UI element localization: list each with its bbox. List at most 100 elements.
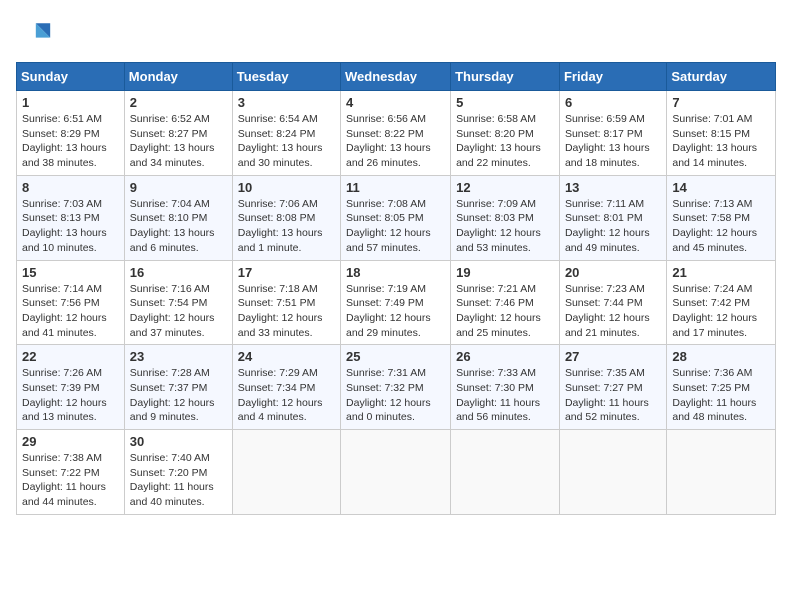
cell-text: Sunrise: 7:35 AM Sunset: 7:27 PM Dayligh… (565, 366, 661, 425)
calendar-cell: 9 Sunrise: 7:04 AM Sunset: 8:10 PM Daylig… (124, 175, 232, 260)
calendar-header-row: SundayMondayTuesdayWednesdayThursdayFrid… (17, 63, 776, 91)
day-number: 15 (22, 265, 119, 280)
calendar-cell: 27 Sunrise: 7:35 AM Sunset: 7:27 PM Dayli… (559, 345, 666, 430)
calendar-cell: 25Sunrise: 7:31 AM Sunset: 7:32 PM Dayli… (341, 345, 451, 430)
cell-text: Sunrise: 7:09 AM Sunset: 8:03 PM Dayligh… (456, 197, 554, 256)
day-number: 11 (346, 180, 445, 195)
day-number: 3 (238, 95, 335, 110)
day-number: 7 (672, 95, 770, 110)
cell-text: Sunrise: 6:54 AM Sunset: 8:24 PM Dayligh… (238, 112, 335, 171)
cell-text: Sunrise: 7:29 AM Sunset: 7:34 PM Dayligh… (238, 366, 335, 425)
calendar-cell: 1 Sunrise: 6:51 AM Sunset: 8:29 PM Daylig… (17, 91, 125, 176)
calendar-week-row: 29 Sunrise: 7:38 AM Sunset: 7:22 PM Dayli… (17, 430, 776, 515)
day-number: 9 (130, 180, 227, 195)
day-number: 2 (130, 95, 227, 110)
calendar-cell: 17Sunrise: 7:18 AM Sunset: 7:51 PM Dayli… (232, 260, 340, 345)
calendar-cell: 13 Sunrise: 7:11 AM Sunset: 8:01 PM Dayli… (559, 175, 666, 260)
calendar-cell (451, 430, 560, 515)
cell-text: Sunrise: 7:14 AM Sunset: 7:56 PM Dayligh… (22, 282, 119, 341)
day-header-saturday: Saturday (667, 63, 776, 91)
day-header-friday: Friday (559, 63, 666, 91)
day-number: 1 (22, 95, 119, 110)
calendar-cell: 30 Sunrise: 7:40 AM Sunset: 7:20 PM Dayli… (124, 430, 232, 515)
cell-text: Sunrise: 7:40 AM Sunset: 7:20 PM Dayligh… (130, 451, 227, 510)
calendar-cell (341, 430, 451, 515)
day-number: 13 (565, 180, 661, 195)
cell-text: Sunrise: 7:33 AM Sunset: 7:30 PM Dayligh… (456, 366, 554, 425)
page-header (16, 16, 776, 52)
logo-icon (16, 16, 52, 52)
cell-text: Sunrise: 7:18 AM Sunset: 7:51 PM Dayligh… (238, 282, 335, 341)
day-number: 5 (456, 95, 554, 110)
calendar-week-row: 15 Sunrise: 7:14 AM Sunset: 7:56 PM Dayli… (17, 260, 776, 345)
cell-text: Sunrise: 7:24 AM Sunset: 7:42 PM Dayligh… (672, 282, 770, 341)
cell-text: Sunrise: 7:19 AM Sunset: 7:49 PM Dayligh… (346, 282, 445, 341)
calendar-week-row: 1 Sunrise: 6:51 AM Sunset: 8:29 PM Daylig… (17, 91, 776, 176)
cell-text: Sunrise: 7:01 AM Sunset: 8:15 PM Dayligh… (672, 112, 770, 171)
day-number: 30 (130, 434, 227, 449)
cell-text: Sunrise: 6:56 AM Sunset: 8:22 PM Dayligh… (346, 112, 445, 171)
cell-text: Sunrise: 7:08 AM Sunset: 8:05 PM Dayligh… (346, 197, 445, 256)
day-number: 29 (22, 434, 119, 449)
calendar-cell: 7 Sunrise: 7:01 AM Sunset: 8:15 PM Daylig… (667, 91, 776, 176)
cell-text: Sunrise: 6:59 AM Sunset: 8:17 PM Dayligh… (565, 112, 661, 171)
day-header-tuesday: Tuesday (232, 63, 340, 91)
cell-text: Sunrise: 7:28 AM Sunset: 7:37 PM Dayligh… (130, 366, 227, 425)
day-number: 20 (565, 265, 661, 280)
cell-text: Sunrise: 7:16 AM Sunset: 7:54 PM Dayligh… (130, 282, 227, 341)
calendar-cell: 6 Sunrise: 6:59 AM Sunset: 8:17 PM Daylig… (559, 91, 666, 176)
calendar-cell: 20 Sunrise: 7:23 AM Sunset: 7:44 PM Dayli… (559, 260, 666, 345)
calendar-cell: 24Sunrise: 7:29 AM Sunset: 7:34 PM Dayli… (232, 345, 340, 430)
day-number: 22 (22, 349, 119, 364)
day-header-sunday: Sunday (17, 63, 125, 91)
day-number: 26 (456, 349, 554, 364)
calendar-week-row: 22 Sunrise: 7:26 AM Sunset: 7:39 PM Dayli… (17, 345, 776, 430)
day-number: 27 (565, 349, 661, 364)
calendar-cell: 11 Sunrise: 7:08 AM Sunset: 8:05 PM Dayli… (341, 175, 451, 260)
calendar-cell: 15 Sunrise: 7:14 AM Sunset: 7:56 PM Dayli… (17, 260, 125, 345)
cell-text: Sunrise: 7:04 AM Sunset: 8:10 PM Dayligh… (130, 197, 227, 256)
calendar-cell: 12 Sunrise: 7:09 AM Sunset: 8:03 PM Dayli… (451, 175, 560, 260)
day-number: 8 (22, 180, 119, 195)
calendar-table: SundayMondayTuesdayWednesdayThursdayFrid… (16, 62, 776, 515)
cell-text: Sunrise: 7:38 AM Sunset: 7:22 PM Dayligh… (22, 451, 119, 510)
calendar-cell: 21Sunrise: 7:24 AM Sunset: 7:42 PM Dayli… (667, 260, 776, 345)
calendar-cell: 4 Sunrise: 6:56 AM Sunset: 8:22 PM Daylig… (341, 91, 451, 176)
calendar-cell: 3 Sunrise: 6:54 AM Sunset: 8:24 PM Daylig… (232, 91, 340, 176)
cell-text: Sunrise: 7:26 AM Sunset: 7:39 PM Dayligh… (22, 366, 119, 425)
calendar-cell (559, 430, 666, 515)
calendar-cell: 14 Sunrise: 7:13 AM Sunset: 7:58 PM Dayli… (667, 175, 776, 260)
calendar-cell: 2Sunrise: 6:52 AM Sunset: 8:27 PM Daylig… (124, 91, 232, 176)
calendar-cell (667, 430, 776, 515)
cell-text: Sunrise: 7:06 AM Sunset: 8:08 PM Dayligh… (238, 197, 335, 256)
cell-text: Sunrise: 7:21 AM Sunset: 7:46 PM Dayligh… (456, 282, 554, 341)
cell-text: Sunrise: 6:51 AM Sunset: 8:29 PM Dayligh… (22, 112, 119, 171)
day-number: 23 (130, 349, 227, 364)
day-number: 4 (346, 95, 445, 110)
cell-text: Sunrise: 7:13 AM Sunset: 7:58 PM Dayligh… (672, 197, 770, 256)
logo (16, 16, 56, 52)
day-number: 14 (672, 180, 770, 195)
calendar-cell: 29 Sunrise: 7:38 AM Sunset: 7:22 PM Dayli… (17, 430, 125, 515)
calendar-cell: 19 Sunrise: 7:21 AM Sunset: 7:46 PM Dayli… (451, 260, 560, 345)
cell-text: Sunrise: 7:23 AM Sunset: 7:44 PM Dayligh… (565, 282, 661, 341)
day-number: 12 (456, 180, 554, 195)
cell-text: Sunrise: 7:03 AM Sunset: 8:13 PM Dayligh… (22, 197, 119, 256)
day-number: 6 (565, 95, 661, 110)
day-header-thursday: Thursday (451, 63, 560, 91)
cell-text: Sunrise: 6:58 AM Sunset: 8:20 PM Dayligh… (456, 112, 554, 171)
cell-text: Sunrise: 7:11 AM Sunset: 8:01 PM Dayligh… (565, 197, 661, 256)
calendar-cell: 23 Sunrise: 7:28 AM Sunset: 7:37 PM Dayli… (124, 345, 232, 430)
day-header-monday: Monday (124, 63, 232, 91)
calendar-cell: 22 Sunrise: 7:26 AM Sunset: 7:39 PM Dayli… (17, 345, 125, 430)
day-number: 28 (672, 349, 770, 364)
calendar-cell: 16 Sunrise: 7:16 AM Sunset: 7:54 PM Dayli… (124, 260, 232, 345)
day-number: 10 (238, 180, 335, 195)
day-number: 16 (130, 265, 227, 280)
day-number: 19 (456, 265, 554, 280)
cell-text: Sunrise: 7:31 AM Sunset: 7:32 PM Dayligh… (346, 366, 445, 425)
cell-text: Sunrise: 7:36 AM Sunset: 7:25 PM Dayligh… (672, 366, 770, 425)
calendar-cell: 10 Sunrise: 7:06 AM Sunset: 8:08 PM Dayli… (232, 175, 340, 260)
day-number: 18 (346, 265, 445, 280)
calendar-cell: 18 Sunrise: 7:19 AM Sunset: 7:49 PM Dayli… (341, 260, 451, 345)
